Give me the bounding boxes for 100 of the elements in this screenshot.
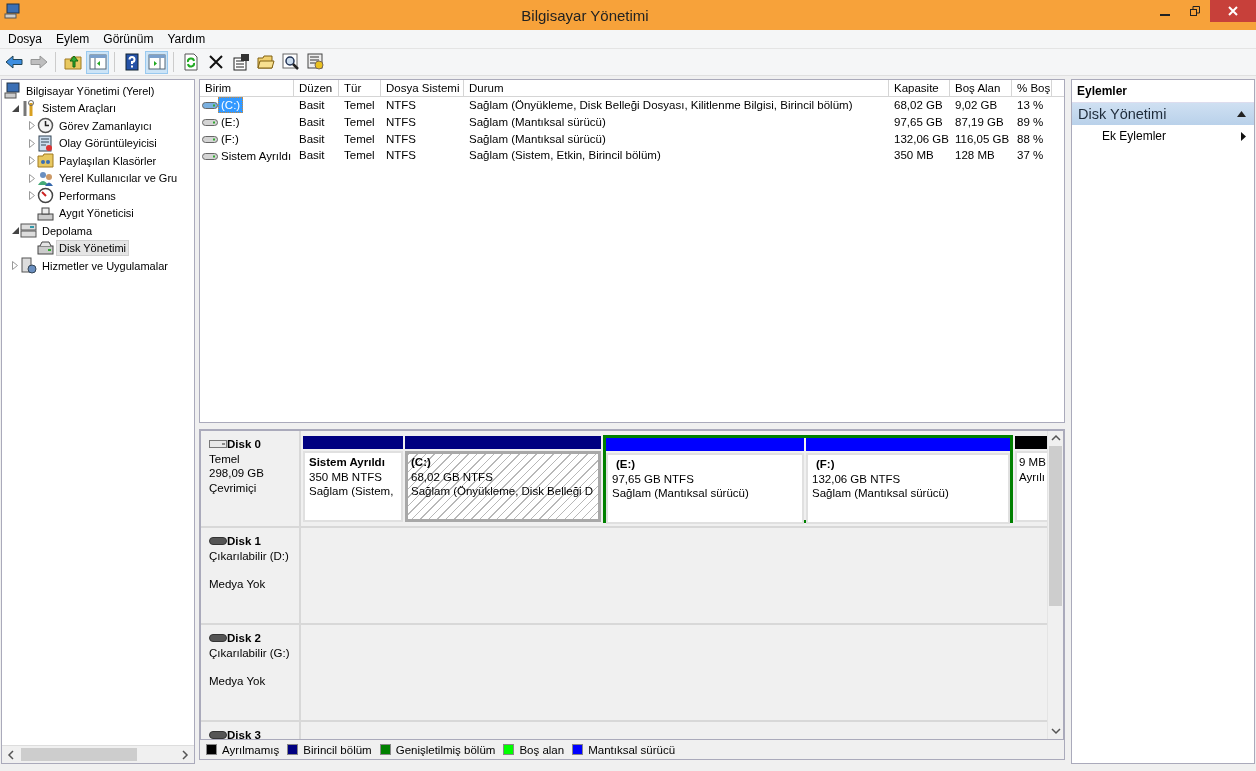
partition-label: Sistem Ayrıldı [309, 455, 386, 470]
column-header[interactable]: Dosya Sistemi [381, 80, 464, 97]
table-cell-text: Sağlam (Mantıksal sürücü) [468, 131, 607, 147]
table-cell-text: 87,19 GB [954, 114, 1005, 130]
column-header[interactable]: Boş Alan [950, 80, 1012, 97]
table-cell-text: Temel [343, 98, 376, 113]
column-header[interactable]: Kapasite [889, 80, 950, 97]
tree-item[interactable]: Yerel Kullanıcılar ve Gru [56, 170, 181, 187]
tree-item[interactable]: Bilgisayar Yönetimi (Yerel) [23, 82, 158, 99]
legend-label: Birincil bölüm [303, 743, 372, 756]
partition-label: (C:) [411, 455, 432, 470]
legend-label: Mantıksal sürücü [588, 743, 676, 756]
scrollbar-thumb[interactable] [1049, 446, 1062, 606]
tree-item[interactable]: Hizmetler ve Uygulamalar [39, 257, 171, 274]
legend-label: Ayrılmamış [222, 743, 280, 756]
disk-detail: Çevrimiçi [209, 480, 258, 495]
clock-icon [37, 117, 54, 135]
delete-icon [206, 53, 225, 71]
window-title: Bilgisayar Yönetimi [520, 6, 650, 24]
tree-item[interactable]: Performans [56, 187, 119, 204]
partition-label: (F:) [815, 457, 836, 472]
table-cell-text: 132,06 GB [893, 131, 950, 147]
users-icon [37, 169, 54, 187]
computer-icon [4, 82, 21, 100]
close-button[interactable] [1210, 0, 1256, 22]
disk-detail: Çıkarılabilir (D:) [209, 548, 290, 563]
column-header[interactable]: Durum [464, 80, 889, 97]
partition-size: 68,02 GB NTFS [411, 469, 494, 484]
tree-item[interactable]: Sistem Araçları [39, 100, 119, 117]
partition-size: 97,65 GB NTFS [612, 471, 695, 486]
partition-status: Sağlam (Sistem, [309, 484, 395, 499]
tree-item[interactable]: Paylaşılan Klasörler [56, 152, 160, 169]
close-icon [1228, 6, 1238, 16]
menu-item[interactable]: Dosya [1, 31, 49, 47]
table-cell-text: 89 % [1016, 114, 1045, 130]
tree-item[interactable]: Görev Zamanlayıcı [56, 117, 155, 134]
gauge-icon [37, 187, 54, 205]
column-header[interactable]: Tür [339, 80, 381, 97]
action-pane-icon [147, 53, 166, 71]
forward-arrow-icon [29, 53, 48, 71]
minimize-icon [1160, 14, 1170, 16]
action-item[interactable]: Ek Eylemler [1072, 125, 1254, 145]
scrollbar-thumb[interactable] [21, 748, 137, 761]
disk-detail: Çıkarılabilir (G:) [209, 645, 291, 660]
scroll-right-icon [179, 748, 191, 761]
table-cell-text: Basit [298, 148, 326, 164]
event-log-icon [37, 134, 54, 152]
partition-box[interactable]: (C:) 68,02 GB NTFS Sağlam (Önyükleme, Disk Belleği D [405, 451, 601, 522]
table-cell[interactable]: (F:) [218, 131, 242, 147]
table-cell-text: 350 MB [893, 148, 935, 164]
console-tree-button[interactable] [86, 50, 109, 74]
partition-box[interactable]: (E:) 97,65 GB NTFS Sağlam (Mantıksal sürücü) [606, 453, 804, 524]
table-cell-text: Temel [343, 131, 376, 147]
table-cell-text: 13 % [1016, 98, 1045, 113]
table-cell-text: NTFS [385, 131, 418, 147]
disk-drive-icon [37, 239, 54, 257]
table-cell-text: Sağlam (Mantıksal sürücü) [468, 114, 607, 130]
drive-icon [202, 150, 218, 161]
menu-item[interactable]: Eylem [49, 31, 97, 47]
services-icon [20, 257, 37, 275]
tree-item[interactable]: Aygıt Yöneticisi [56, 205, 137, 222]
vertical-scrollbar[interactable] [1047, 431, 1063, 739]
partition-status: Sağlam (Mantıksal sürücü) [612, 486, 750, 501]
table-cell-text: NTFS [385, 148, 418, 164]
table-cell-text: Basit [298, 98, 326, 113]
partition-size: 350 MB NTFS [309, 469, 383, 484]
menu-item[interactable]: Yardım [160, 31, 213, 47]
table-cell[interactable]: (E:) [218, 114, 243, 131]
collapse-arrow-icon [1237, 111, 1246, 117]
table-cell-text: Temel [343, 114, 376, 130]
section-header[interactable]: Disk Yönetimi [1072, 103, 1254, 125]
tree-item[interactable]: Olay Görüntüleyicisi [56, 135, 160, 152]
menu-item[interactable]: Görünüm [96, 31, 161, 47]
tree-item[interactable]: Depolama [39, 222, 96, 239]
settings-icon [306, 53, 325, 71]
horizontal-scrollbar[interactable] [2, 745, 194, 763]
shared-folder-icon [37, 152, 54, 170]
column-header[interactable]: Düzen [294, 80, 339, 97]
partition-box[interactable]: Sistem Ayrıldı 350 MB NTFS Sağlam (Sistem, [303, 451, 403, 522]
partition-box[interactable]: (F:) 132,06 GB NTFS Sağlam (Mantıksal sürücü) [806, 453, 1010, 524]
scroll-up-icon [1050, 434, 1061, 442]
partition-status: Ayrılı [1019, 469, 1046, 484]
partition-status: Sağlam (Önyükleme, Disk Belleği D [411, 484, 595, 499]
table-cell[interactable]: Sistem Ayrıldı [218, 147, 295, 164]
table-cell-text: 37 % [1016, 148, 1045, 164]
disk-name: Disk 3 [227, 728, 261, 739]
partition-box[interactable]: 9 MB Ayrılı [1015, 451, 1047, 522]
storage-icon [20, 222, 37, 240]
table-cell-text: 116,05 GB [954, 131, 1011, 147]
help-icon [122, 53, 141, 71]
column-header[interactable]: % Boş [1012, 80, 1052, 97]
back-arrow-icon [4, 53, 23, 71]
table-cell-text: 88 % [1016, 131, 1045, 147]
column-header[interactable]: Birim [200, 80, 294, 97]
disk-name: Disk 0 [227, 437, 261, 452]
scroll-down-icon [1050, 727, 1061, 735]
tree-item[interactable]: Disk Yönetimi [56, 240, 130, 257]
disk-detail: 298,09 GB [209, 466, 265, 481]
table-cell-text: Sağlam (Sistem, Etkin, Birincil bölüm) [468, 148, 662, 164]
partition-status: Sağlam (Mantıksal sürücü) [812, 486, 950, 501]
